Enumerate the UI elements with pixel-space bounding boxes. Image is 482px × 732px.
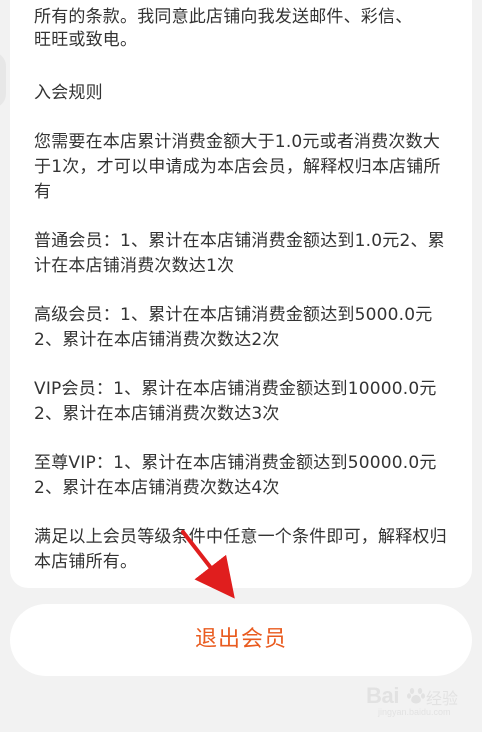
- rule-paragraph: 普通会员：1、累计在本店铺消费金额达到1.0元2、累计在本店铺消费次数达1次: [34, 231, 445, 276]
- rule-paragraph: 高级会员：1、累计在本店铺消费金额达到5000.0元2、累计在本店铺消费次数达2…: [34, 305, 433, 350]
- watermark-logo-text: Bai: [366, 683, 400, 708]
- rule-paragraph: 满足以上会员等级条件中任意一个条件即可，解释权归本店铺所有。: [34, 527, 447, 572]
- terms-intro-tail: 旺旺或致电。: [34, 30, 138, 50]
- watermark-url: jingyan.baidu.com: [378, 707, 451, 717]
- membership-terms-card: …… 所有的条款。我同意此店铺向我发送邮件、彩信、 旺旺或致电。 入会规则 您需…: [10, 0, 472, 588]
- rule-paragraph: VIP会员：1、累计在本店铺消费金额达到10000.0元2、累计在本店铺消费次数…: [34, 379, 437, 424]
- rule-paragraph: 您需要在本店累计消费金额大于1.0元或者消费次数大于1次，才可以申请成为本店会员…: [34, 132, 441, 202]
- rule-paragraph: 至尊VIP：1、累计在本店铺消费金额达到50000.0元2、累计在本店铺消费次数…: [34, 453, 437, 498]
- baidu-jingyan-watermark: Bai 经验 jingyan.baidu.com: [366, 683, 470, 721]
- rules-title: 入会规则: [34, 83, 103, 103]
- paw-icon: [407, 688, 425, 704]
- terms-partial-text: …… 所有的条款。我同意此店铺向我发送邮件、彩信、: [34, 0, 413, 27]
- watermark-jingyan-text: 经验: [426, 689, 459, 708]
- left-edge-handle: [0, 52, 6, 108]
- exit-membership-button[interactable]: 退出会员: [10, 604, 472, 676]
